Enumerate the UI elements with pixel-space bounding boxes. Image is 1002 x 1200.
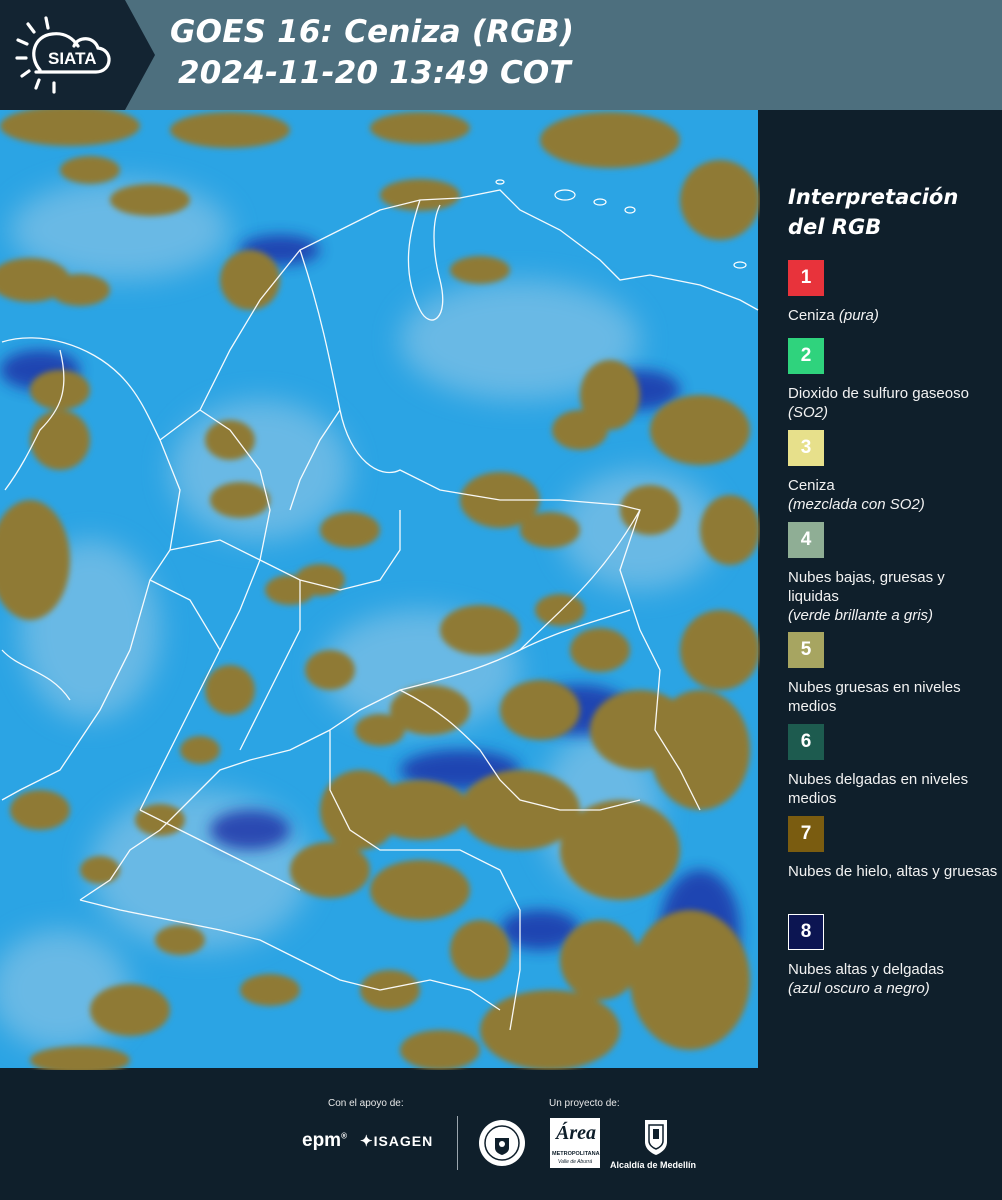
footer: Con el apoyo de: Un proyecto de: epm® ✦I… bbox=[0, 1070, 1002, 1200]
alcaldia-logo-text: Alcaldía de Medellín bbox=[610, 1160, 697, 1170]
siata-logo: SIATA bbox=[15, 16, 111, 94]
satellite-image bbox=[0, 110, 760, 1070]
page-timestamp: 2024-11-20 13:49 COT bbox=[178, 55, 571, 91]
legend-swatch: 6 bbox=[788, 724, 824, 760]
isagen-logo: ✦ISAGEN bbox=[360, 1133, 434, 1150]
support-label: Con el apoyo de: bbox=[328, 1098, 404, 1109]
page-title: GOES 16: Ceniza (RGB) bbox=[170, 14, 575, 50]
siata-logo-text: SIATA bbox=[48, 49, 96, 68]
logo-block: SIATA bbox=[0, 0, 125, 110]
legend-swatch: 3 bbox=[788, 430, 824, 466]
legend-desc: Nubes altas y delgadas (azul oscuro a neg… bbox=[788, 961, 944, 997]
legend-item-nubes-hielo: 7 Nubes de hielo, altas y gruesas bbox=[788, 816, 998, 881]
legend-desc: Ceniza (mezclada con SO2) bbox=[788, 477, 925, 513]
legend-panel: Interpretación del RGB 1 Ceniza (pura) 2… bbox=[770, 110, 1002, 1070]
legend-item-so2: 2 Dioxido de sulfuro gaseoso (SO2) bbox=[788, 338, 998, 422]
legend-swatch: 8 bbox=[788, 914, 824, 950]
legend-desc: Nubes delgadas en niveles medios bbox=[788, 771, 969, 807]
legend-desc: Ceniza (pura) bbox=[788, 307, 879, 324]
legend-swatch: 4 bbox=[788, 522, 824, 558]
legend-item-ceniza-pura: 1 Ceniza (pura) bbox=[788, 260, 998, 325]
legend-item-nubes-bajas: 4 Nubes bajas, gruesas y liquidas (verde … bbox=[788, 522, 998, 625]
legend-item-nubes-altas-delgadas: 8 Nubes altas y delgadas (azul oscuro a n… bbox=[788, 914, 998, 998]
legend-swatch: 1 bbox=[788, 260, 824, 296]
epm-logo: epm® bbox=[302, 1130, 347, 1151]
seal-logo bbox=[479, 1120, 525, 1166]
footer-divider bbox=[457, 1116, 458, 1170]
legend-desc: Dioxido de sulfuro gaseoso (SO2) bbox=[788, 385, 969, 421]
legend-title-line1: Interpretación bbox=[788, 185, 959, 209]
header-bar: SIATA GOES 16: Ceniza (RGB) 2024-11-20 1… bbox=[0, 0, 1002, 110]
project-label: Un proyecto de: bbox=[549, 1098, 620, 1109]
alcaldia-shield-icon bbox=[645, 1120, 667, 1155]
legend-item-ceniza-mezclada: 3 Ceniza (mezclada con SO2) bbox=[788, 430, 998, 514]
legend-title: Interpretación del RGB bbox=[788, 182, 998, 242]
legend-swatch: 2 bbox=[788, 338, 824, 374]
legend-swatch: 7 bbox=[788, 816, 824, 852]
legend-item-nubes-gruesas-medios: 5 Nubes gruesas en niveles medios bbox=[788, 632, 998, 716]
legend-title-line2: del RGB bbox=[788, 215, 882, 239]
legend-desc: Nubes gruesas en niveles medios bbox=[788, 679, 961, 715]
isagen-icon: ✦ bbox=[360, 1133, 374, 1150]
logo-arrow bbox=[125, 0, 155, 110]
legend-swatch: 5 bbox=[788, 632, 824, 668]
legend-item-nubes-delgadas-medios: 6 Nubes delgadas en niveles medios bbox=[788, 724, 998, 808]
area-metropolitana-logo: Área METROPOLITANA Valle de Aburrá bbox=[550, 1118, 600, 1168]
legend-desc: Nubes de hielo, altas y gruesas bbox=[788, 863, 998, 880]
legend-desc: Nubes bajas, gruesas y liquidas (verde br… bbox=[788, 569, 945, 624]
satellite-map bbox=[0, 110, 760, 1070]
